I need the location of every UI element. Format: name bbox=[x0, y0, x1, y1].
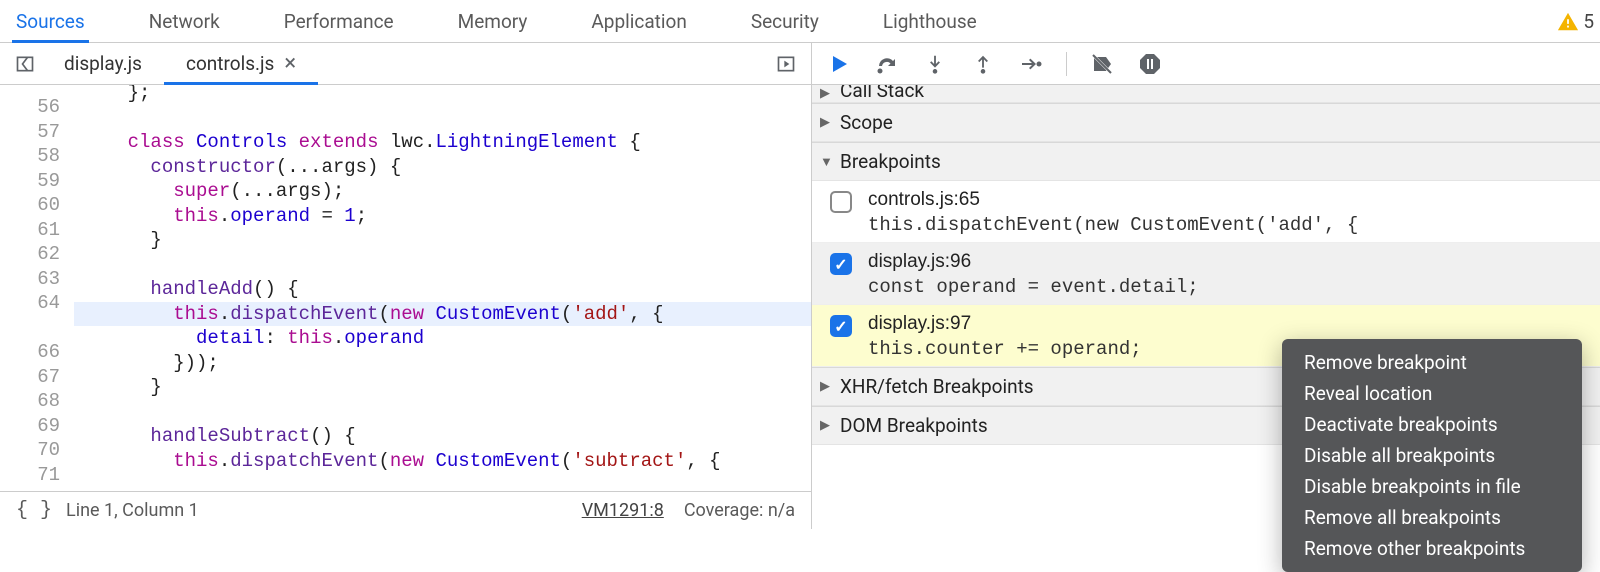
more-tabs-button[interactable] bbox=[769, 47, 803, 81]
file-tab-display[interactable]: display.js bbox=[42, 43, 164, 84]
context-menu-item[interactable]: Reveal location bbox=[1282, 378, 1582, 409]
breakpoint-checkbox[interactable] bbox=[830, 253, 852, 275]
code-line[interactable] bbox=[74, 253, 811, 278]
code-line[interactable]: this.operand = 1; bbox=[74, 204, 811, 229]
line-number[interactable]: 56 bbox=[0, 95, 60, 120]
line-number[interactable]: 60 bbox=[0, 193, 60, 218]
context-menu-item[interactable]: Remove all breakpoints bbox=[1282, 502, 1582, 533]
toggle-navigator-button[interactable] bbox=[8, 47, 42, 81]
line-number[interactable]: 63 bbox=[0, 267, 60, 292]
pause-exceptions-button[interactable] bbox=[1135, 49, 1165, 79]
line-number[interactable]: 67 bbox=[0, 365, 60, 390]
line-number[interactable]: 68 bbox=[0, 389, 60, 414]
code-line[interactable]: this.dispatchEvent(new CustomEvent('add'… bbox=[74, 302, 811, 327]
devtools-tab-sources[interactable]: Sources bbox=[12, 0, 89, 42]
code-line[interactable] bbox=[74, 106, 811, 131]
step-over-button[interactable] bbox=[872, 49, 902, 79]
code-lines[interactable]: shadowAttribute: "c-controls_controls" }… bbox=[74, 85, 811, 491]
breakpoint-item[interactable]: display.js:96 const operand = event.detai… bbox=[812, 243, 1600, 305]
chevron-down-icon: ▼ bbox=[820, 154, 834, 170]
breakpoint-item[interactable]: controls.js:65 this.dispatchEvent(new Cus… bbox=[812, 181, 1600, 243]
devtools-tab-security[interactable]: Security bbox=[747, 0, 823, 42]
code-line[interactable]: class Controls extends lwc.LightningElem… bbox=[74, 130, 811, 155]
chevron-right-icon: ▶ bbox=[820, 115, 834, 130]
devtools-tab-memory[interactable]: Memory bbox=[454, 0, 532, 42]
breakpoint-source: const operand = event.detail; bbox=[868, 276, 1582, 298]
code-editor[interactable]: 56575859606162636465666768697071 shadowA… bbox=[0, 85, 811, 491]
line-number[interactable]: 61 bbox=[0, 218, 60, 243]
devtools-tab-network[interactable]: Network bbox=[145, 0, 224, 42]
warning-indicator[interactable]: 5 bbox=[1557, 10, 1594, 33]
section-scope[interactable]: ▶ Scope bbox=[812, 103, 1600, 142]
code-line[interactable]: handleAdd() { bbox=[74, 277, 811, 302]
devtools-tab-application[interactable]: Application bbox=[587, 0, 690, 42]
close-icon[interactable]: × bbox=[284, 53, 296, 75]
breakpoint-location: display.js:96 bbox=[868, 251, 1582, 273]
context-menu-item[interactable]: Deactivate breakpoints bbox=[1282, 409, 1582, 440]
step-into-button[interactable] bbox=[920, 49, 950, 79]
code-line[interactable]: } bbox=[74, 375, 811, 400]
cursor-position: Line 1, Column 1 bbox=[66, 500, 199, 521]
line-number[interactable]: 57 bbox=[0, 120, 60, 145]
code-line[interactable]: super(...args); bbox=[74, 179, 811, 204]
breakpoint-checkbox[interactable] bbox=[830, 191, 852, 213]
context-menu-item[interactable]: Remove breakpoint bbox=[1282, 347, 1582, 378]
devtools-tab-performance[interactable]: Performance bbox=[280, 0, 398, 42]
file-tab-controls[interactable]: controls.js × bbox=[164, 43, 318, 84]
chevron-right-icon: ▶ bbox=[820, 379, 834, 394]
warning-icon bbox=[1557, 11, 1579, 33]
coverage-label: Coverage: n/a bbox=[684, 500, 795, 521]
breakpoint-context-menu[interactable]: Remove breakpointReveal locationDeactiva… bbox=[1282, 339, 1582, 572]
section-breakpoints[interactable]: ▼ Breakpoints bbox=[812, 142, 1600, 181]
breakpoint-location: controls.js:65 bbox=[868, 189, 1582, 211]
line-number[interactable]: 70 bbox=[0, 438, 60, 463]
sources-pane: display.js controls.js × 565758596061626… bbox=[0, 43, 812, 529]
context-menu-item[interactable]: Disable breakpoints in file bbox=[1282, 471, 1582, 502]
line-number[interactable]: 66 bbox=[0, 340, 60, 365]
play-right-icon bbox=[776, 54, 796, 74]
chevron-right-icon: ▶ bbox=[820, 418, 834, 433]
line-number[interactable]: 58 bbox=[0, 144, 60, 169]
chevron-right-icon: ▶ bbox=[820, 86, 834, 102]
step-button[interactable] bbox=[1016, 49, 1046, 79]
code-line[interactable]: detail: this.operand bbox=[74, 326, 811, 351]
file-tab-bar: display.js controls.js × bbox=[0, 43, 811, 85]
format-button[interactable]: { } bbox=[16, 499, 52, 522]
context-menu-item[interactable]: Remove other breakpoints bbox=[1282, 533, 1582, 564]
code-line[interactable]: }; bbox=[74, 85, 811, 106]
code-line[interactable] bbox=[74, 400, 811, 425]
line-number[interactable]: 65 bbox=[0, 316, 60, 341]
code-line[interactable]: } bbox=[74, 228, 811, 253]
breakpoint-source: this.dispatchEvent(new CustomEvent('add'… bbox=[868, 214, 1582, 236]
editor-status-bar: { } Line 1, Column 1 VM1291:8 Coverage: … bbox=[0, 491, 811, 529]
resume-button[interactable] bbox=[824, 49, 854, 79]
devtools-tab-lighthouse[interactable]: Lighthouse bbox=[879, 0, 981, 42]
breakpoint-location: display.js:97 bbox=[868, 313, 1582, 335]
line-gutter[interactable]: 56575859606162636465666768697071 bbox=[0, 85, 74, 491]
line-number[interactable]: 59 bbox=[0, 169, 60, 194]
line-number[interactable]: 64 bbox=[0, 291, 60, 316]
line-number[interactable]: 62 bbox=[0, 242, 60, 267]
line-number[interactable]: 71 bbox=[0, 463, 60, 488]
line-number[interactable]: 69 bbox=[0, 414, 60, 439]
section-call-stack[interactable]: ▶ Call Stack bbox=[812, 85, 1600, 103]
code-line[interactable]: handleSubtract() { bbox=[74, 424, 811, 449]
warning-count: 5 bbox=[1583, 10, 1594, 33]
devtools-tabs: Sources Network Performance Memory Applicati… bbox=[0, 0, 1600, 43]
breakpoint-checkbox[interactable] bbox=[830, 315, 852, 337]
vm-link[interactable]: VM1291:8 bbox=[582, 500, 664, 521]
navigator-icon bbox=[15, 54, 35, 74]
context-menu-item[interactable]: Disable all breakpoints bbox=[1282, 440, 1582, 471]
code-line[interactable]: this.dispatchEvent(new CustomEvent('subt… bbox=[74, 449, 811, 474]
deactivate-breakpoints-button[interactable] bbox=[1087, 49, 1117, 79]
code-line[interactable]: })); bbox=[74, 351, 811, 376]
code-line[interactable]: constructor(...args) { bbox=[74, 155, 811, 180]
debugger-pane: ▶ Call Stack ▶ Scope ▼ Breakpoints contr… bbox=[812, 43, 1600, 529]
step-out-button[interactable] bbox=[968, 49, 998, 79]
debug-toolbar bbox=[812, 43, 1600, 85]
